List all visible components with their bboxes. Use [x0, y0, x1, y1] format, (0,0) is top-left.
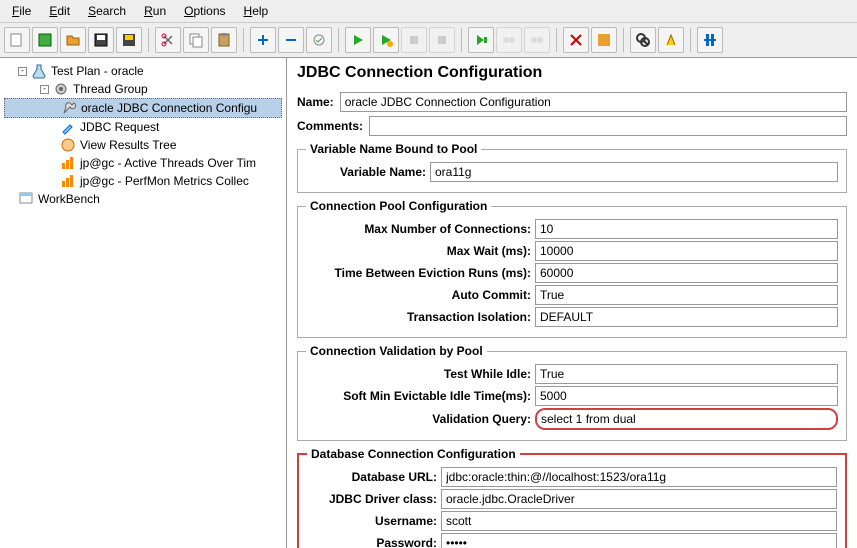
varname-label: Variable Name: [306, 165, 426, 179]
softmin-label: Soft Min Evictable Idle Time(ms): [306, 389, 531, 403]
tree-results-tree[interactable]: View Results Tree [4, 136, 282, 154]
validation-fieldset: Connection Validation by Pool Test While… [297, 344, 847, 441]
workbench-icon [18, 191, 34, 207]
pool-fieldset: Variable Name Bound to Pool Variable Nam… [297, 142, 847, 193]
tree-panel: - Test Plan - oracle - Thread Group orac… [0, 58, 287, 548]
remote-stop-icon[interactable] [496, 27, 522, 53]
dburl-input[interactable] [441, 467, 837, 487]
autocommit-label: Auto Commit: [306, 288, 531, 302]
isolation-input[interactable] [535, 307, 838, 327]
templates-icon[interactable] [32, 27, 58, 53]
tree-root[interactable]: - Test Plan - oracle [4, 62, 282, 80]
maxconn-input[interactable] [535, 219, 838, 239]
autocommit-input[interactable] [535, 285, 838, 305]
menu-run[interactable]: Run [136, 2, 174, 20]
tree-jdbc-request[interactable]: JDBC Request [4, 118, 282, 136]
testidle-input[interactable] [535, 364, 838, 384]
comments-input[interactable] [369, 116, 847, 136]
driver-input[interactable] [441, 489, 837, 509]
collapse-handle-icon[interactable]: - [18, 67, 27, 76]
toggle-icon[interactable] [306, 27, 332, 53]
expand-icon[interactable] [250, 27, 276, 53]
start-icon[interactable] [345, 27, 371, 53]
menu-options[interactable]: Options [176, 2, 233, 20]
new-icon[interactable] [4, 27, 30, 53]
chart-icon [60, 173, 76, 189]
stop-icon[interactable] [401, 27, 427, 53]
config-panel: JDBC Connection Configuration Name: Comm… [287, 58, 857, 548]
tree-jdbc-config[interactable]: oracle JDBC Connection Configu [4, 98, 282, 118]
varname-input[interactable] [430, 162, 838, 182]
password-label: Password: [307, 536, 437, 548]
tree-item-label: View Results Tree [80, 138, 177, 152]
remote-shutdown-icon[interactable] [524, 27, 550, 53]
scope-icon [60, 137, 76, 153]
pipette-icon [60, 119, 76, 135]
maxwait-label: Max Wait (ms): [306, 244, 531, 258]
tree-active-threads[interactable]: jp@gc - Active Threads Over Tim [4, 154, 282, 172]
gear-icon [53, 81, 69, 97]
dbconn-legend: Database Connection Configuration [307, 447, 520, 461]
dbconn-fieldset: Database Connection Configuration Databa… [297, 447, 847, 548]
saveas-icon[interactable] [116, 27, 142, 53]
tree-root-label: Test Plan - oracle [51, 64, 144, 78]
tree-group-label: Thread Group [73, 82, 148, 96]
comments-label: Comments: [297, 119, 363, 133]
maxconn-label: Max Number of Connections: [306, 222, 531, 236]
dburl-label: Database URL: [307, 470, 437, 484]
save-icon[interactable] [88, 27, 114, 53]
wrench-icon [61, 100, 77, 116]
username-input[interactable] [441, 511, 837, 531]
tree-item-label: jp@gc - PerfMon Metrics Collec [80, 174, 249, 188]
username-label: Username: [307, 514, 437, 528]
clearall-icon[interactable] [591, 27, 617, 53]
panel-title: JDBC Connection Configuration [297, 64, 847, 82]
tree-thread-group[interactable]: - Thread Group [4, 80, 282, 98]
softmin-input[interactable] [535, 386, 838, 406]
reset-search-icon[interactable] [658, 27, 684, 53]
cut-icon[interactable] [155, 27, 181, 53]
connpool-legend: Connection Pool Configuration [306, 199, 491, 213]
menu-help[interactable]: Help [236, 2, 277, 20]
evict-label: Time Between Eviction Runs (ms): [306, 266, 531, 280]
driver-label: JDBC Driver class: [307, 492, 437, 506]
paste-icon[interactable] [211, 27, 237, 53]
pool-legend: Variable Name Bound to Pool [306, 142, 481, 156]
open-icon[interactable] [60, 27, 86, 53]
shutdown-icon[interactable] [429, 27, 455, 53]
start-notimers-icon[interactable] [373, 27, 399, 53]
isolation-label: Transaction Isolation: [306, 310, 531, 324]
search-icon[interactable] [630, 27, 656, 53]
menubar: File Edit Search Run Options Help [0, 0, 857, 23]
menu-file[interactable]: File [4, 2, 39, 20]
menu-edit[interactable]: Edit [41, 2, 78, 20]
validation-legend: Connection Validation by Pool [306, 344, 487, 358]
connpool-fieldset: Connection Pool Configuration Max Number… [297, 199, 847, 338]
collapse-handle-icon[interactable]: - [40, 85, 49, 94]
clear-icon[interactable] [563, 27, 589, 53]
toolbar [0, 23, 857, 58]
tree-workbench-label: WorkBench [38, 192, 100, 206]
collapse-icon[interactable] [278, 27, 304, 53]
testidle-label: Test While Idle: [306, 367, 531, 381]
flask-icon [31, 63, 47, 79]
tree-item-label: oracle JDBC Connection Configu [81, 101, 257, 115]
copy-icon[interactable] [183, 27, 209, 53]
remote-start-icon[interactable] [468, 27, 494, 53]
chart-icon [60, 155, 76, 171]
vquery-label: Validation Query: [306, 412, 531, 426]
vquery-input[interactable] [535, 408, 838, 430]
menu-search[interactable]: Search [80, 2, 134, 20]
function-helper-icon[interactable] [697, 27, 723, 53]
tree-perfmon[interactable]: jp@gc - PerfMon Metrics Collec [4, 172, 282, 190]
maxwait-input[interactable] [535, 241, 838, 261]
tree-item-label: jp@gc - Active Threads Over Tim [80, 156, 256, 170]
name-input[interactable] [340, 92, 847, 112]
password-input[interactable] [441, 533, 837, 548]
evict-input[interactable] [535, 263, 838, 283]
tree-item-label: JDBC Request [80, 120, 159, 134]
name-label: Name: [297, 95, 334, 109]
tree-workbench[interactable]: WorkBench [4, 190, 282, 208]
